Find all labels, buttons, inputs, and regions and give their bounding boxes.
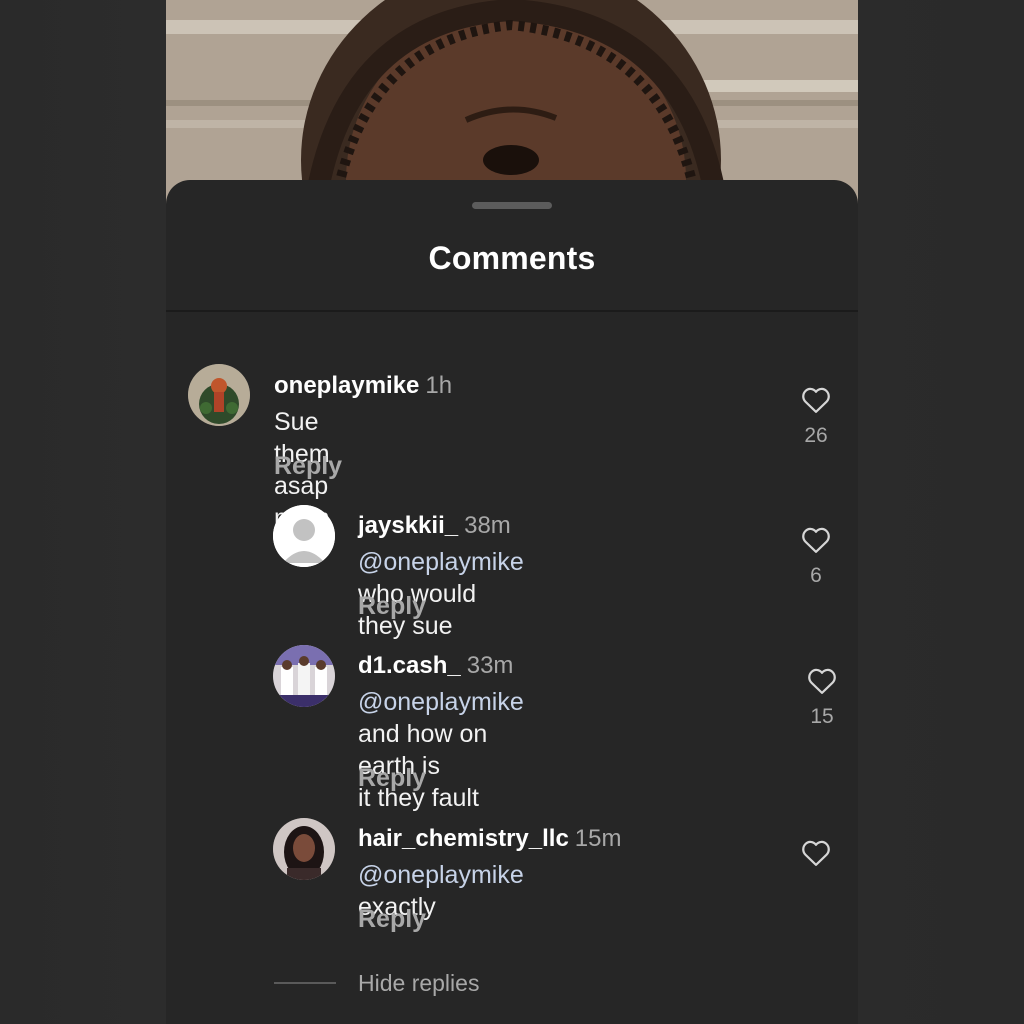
comments-sheet: Comments oneplaymike1h Sue them asap mom (166, 180, 858, 1024)
avatar[interactable] (273, 645, 335, 707)
comment-meta: d1.cash_ 33m (358, 652, 513, 680)
mention-link[interactable]: @oneplaymike (358, 688, 524, 716)
like-control: 26 (796, 386, 836, 448)
drag-handle[interactable] (472, 202, 552, 209)
hide-replies-line (274, 982, 336, 984)
comment-time: 33m (466, 652, 514, 679)
phone-screen: Comments oneplaymike1h Sue them asap mom (166, 0, 858, 1024)
like-control: 6 (796, 526, 836, 588)
like-count: 6 (810, 564, 822, 587)
heart-outline-icon[interactable] (801, 526, 831, 554)
heart-outline-icon[interactable] (801, 386, 831, 414)
default-avatar-icon (273, 505, 335, 567)
like-control: 15 (802, 667, 842, 729)
heart-outline-icon[interactable] (801, 839, 831, 867)
comment-time: 15m (574, 825, 622, 852)
reply-button[interactable]: Reply (358, 905, 426, 934)
username[interactable]: jayskkii_ (358, 512, 458, 539)
reply-button[interactable]: Reply (274, 452, 342, 481)
header-divider (166, 310, 858, 312)
reply-button[interactable]: Reply (358, 764, 426, 793)
username[interactable]: d1.cash_ (358, 652, 461, 679)
comment-text: @oneplaymike and how on earth is it they… (358, 686, 524, 814)
like-count: 15 (810, 705, 834, 728)
comment-meta: hair_chemistry_llc 15m (358, 825, 621, 853)
mention-link[interactable]: @oneplaymike (358, 548, 524, 576)
comment-meta: oneplaymike 1h (274, 372, 452, 400)
username[interactable]: hair_chemistry_llc (358, 825, 569, 852)
sheet-title: Comments (428, 240, 596, 276)
like-count: 26 (804, 424, 828, 447)
avatar[interactable] (273, 505, 335, 567)
like-control (796, 839, 836, 867)
comment-time: 1h (425, 372, 453, 399)
comment-time: 38m (464, 512, 511, 539)
avatar[interactable] (273, 818, 335, 880)
username[interactable]: oneplaymike (274, 372, 419, 399)
heart-outline-icon[interactable] (807, 667, 837, 695)
hide-replies-button[interactable]: Hide replies (358, 970, 479, 997)
mention-link[interactable]: @oneplaymike (358, 861, 524, 889)
reply-button[interactable]: Reply (358, 592, 426, 621)
avatar[interactable] (188, 364, 250, 426)
comment-meta: jayskkii_ 38m (358, 512, 511, 540)
